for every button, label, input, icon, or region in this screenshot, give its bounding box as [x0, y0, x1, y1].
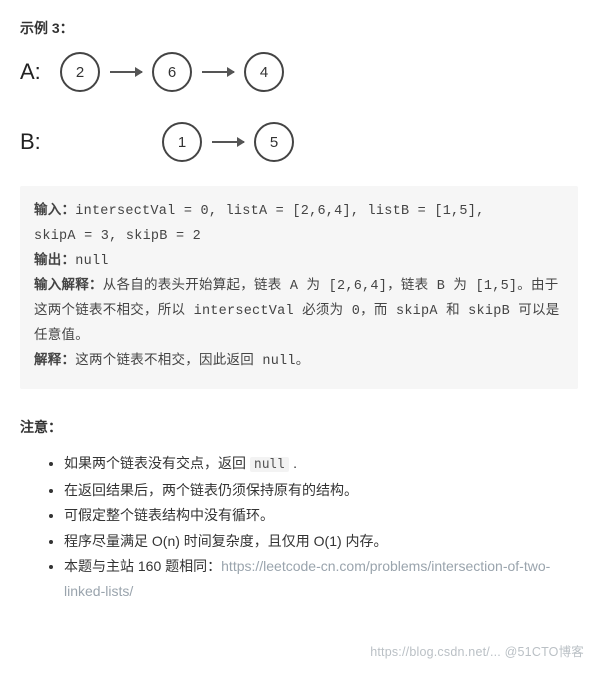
arrow-icon	[212, 141, 244, 143]
list-b-label: B:	[20, 129, 50, 155]
output-label: 输出：	[34, 254, 75, 269]
input-line-1: intersectVal = 0, listA = [2,6,4], listB…	[75, 204, 484, 219]
code-block: 输入：intersectVal = 0, listA = [2,6,4], li…	[20, 186, 578, 389]
notes-list: 如果两个链表没有交点，返回 null . 在返回结果后，两个链表仍须保持原有的结…	[20, 451, 578, 603]
node-b-1: 5	[254, 122, 294, 162]
list-item: 在返回结果后，两个链表仍须保持原有的结构。	[64, 478, 578, 503]
list-item: 程序尽量满足 O(n) 时间复杂度，且仅用 O(1) 内存。	[64, 529, 578, 554]
explanation-text: 这两个链表不相交，因此返回 null。	[75, 354, 309, 369]
input-line-2: skipA = 3, skipB = 2	[34, 225, 564, 250]
output-value: null	[75, 254, 108, 269]
inline-code-null: null	[250, 457, 289, 472]
diagram-list-a: A: 2 6 4	[20, 52, 578, 92]
list-item: 如果两个链表没有交点，返回 null .	[64, 451, 578, 477]
note-text: .	[289, 455, 297, 471]
input-explanation-text: 从各自的表头开始算起，链表 A 为 [2,6,4]，链表 B 为 [1,5]。由…	[34, 279, 560, 344]
list-item: 本题与主站 160 题相同：https://leetcode-cn.com/pr…	[64, 554, 578, 603]
arrow-icon	[110, 71, 142, 73]
input-explanation-label: 输入解释：	[34, 279, 103, 294]
explanation-label: 解释：	[34, 354, 75, 369]
input-label: 输入：	[34, 204, 75, 219]
arrow-icon	[202, 71, 234, 73]
node-a-1: 6	[152, 52, 192, 92]
notes-heading: 注意：	[20, 417, 578, 437]
node-a-0: 2	[60, 52, 100, 92]
example-heading: 示例 3：	[20, 18, 578, 38]
note-text: 如果两个链表没有交点，返回	[64, 455, 250, 471]
list-a-label: A:	[20, 59, 50, 85]
note-text: 本题与主站 160 题相同：	[64, 558, 221, 574]
node-a-2: 4	[244, 52, 284, 92]
watermark-text: https://blog.csdn.net/... @51CTO博客	[370, 641, 584, 660]
list-item: 可假定整个链表结构中没有循环。	[64, 503, 578, 528]
diagram-list-b: B: 1 5	[20, 122, 578, 162]
node-b-0: 1	[162, 122, 202, 162]
